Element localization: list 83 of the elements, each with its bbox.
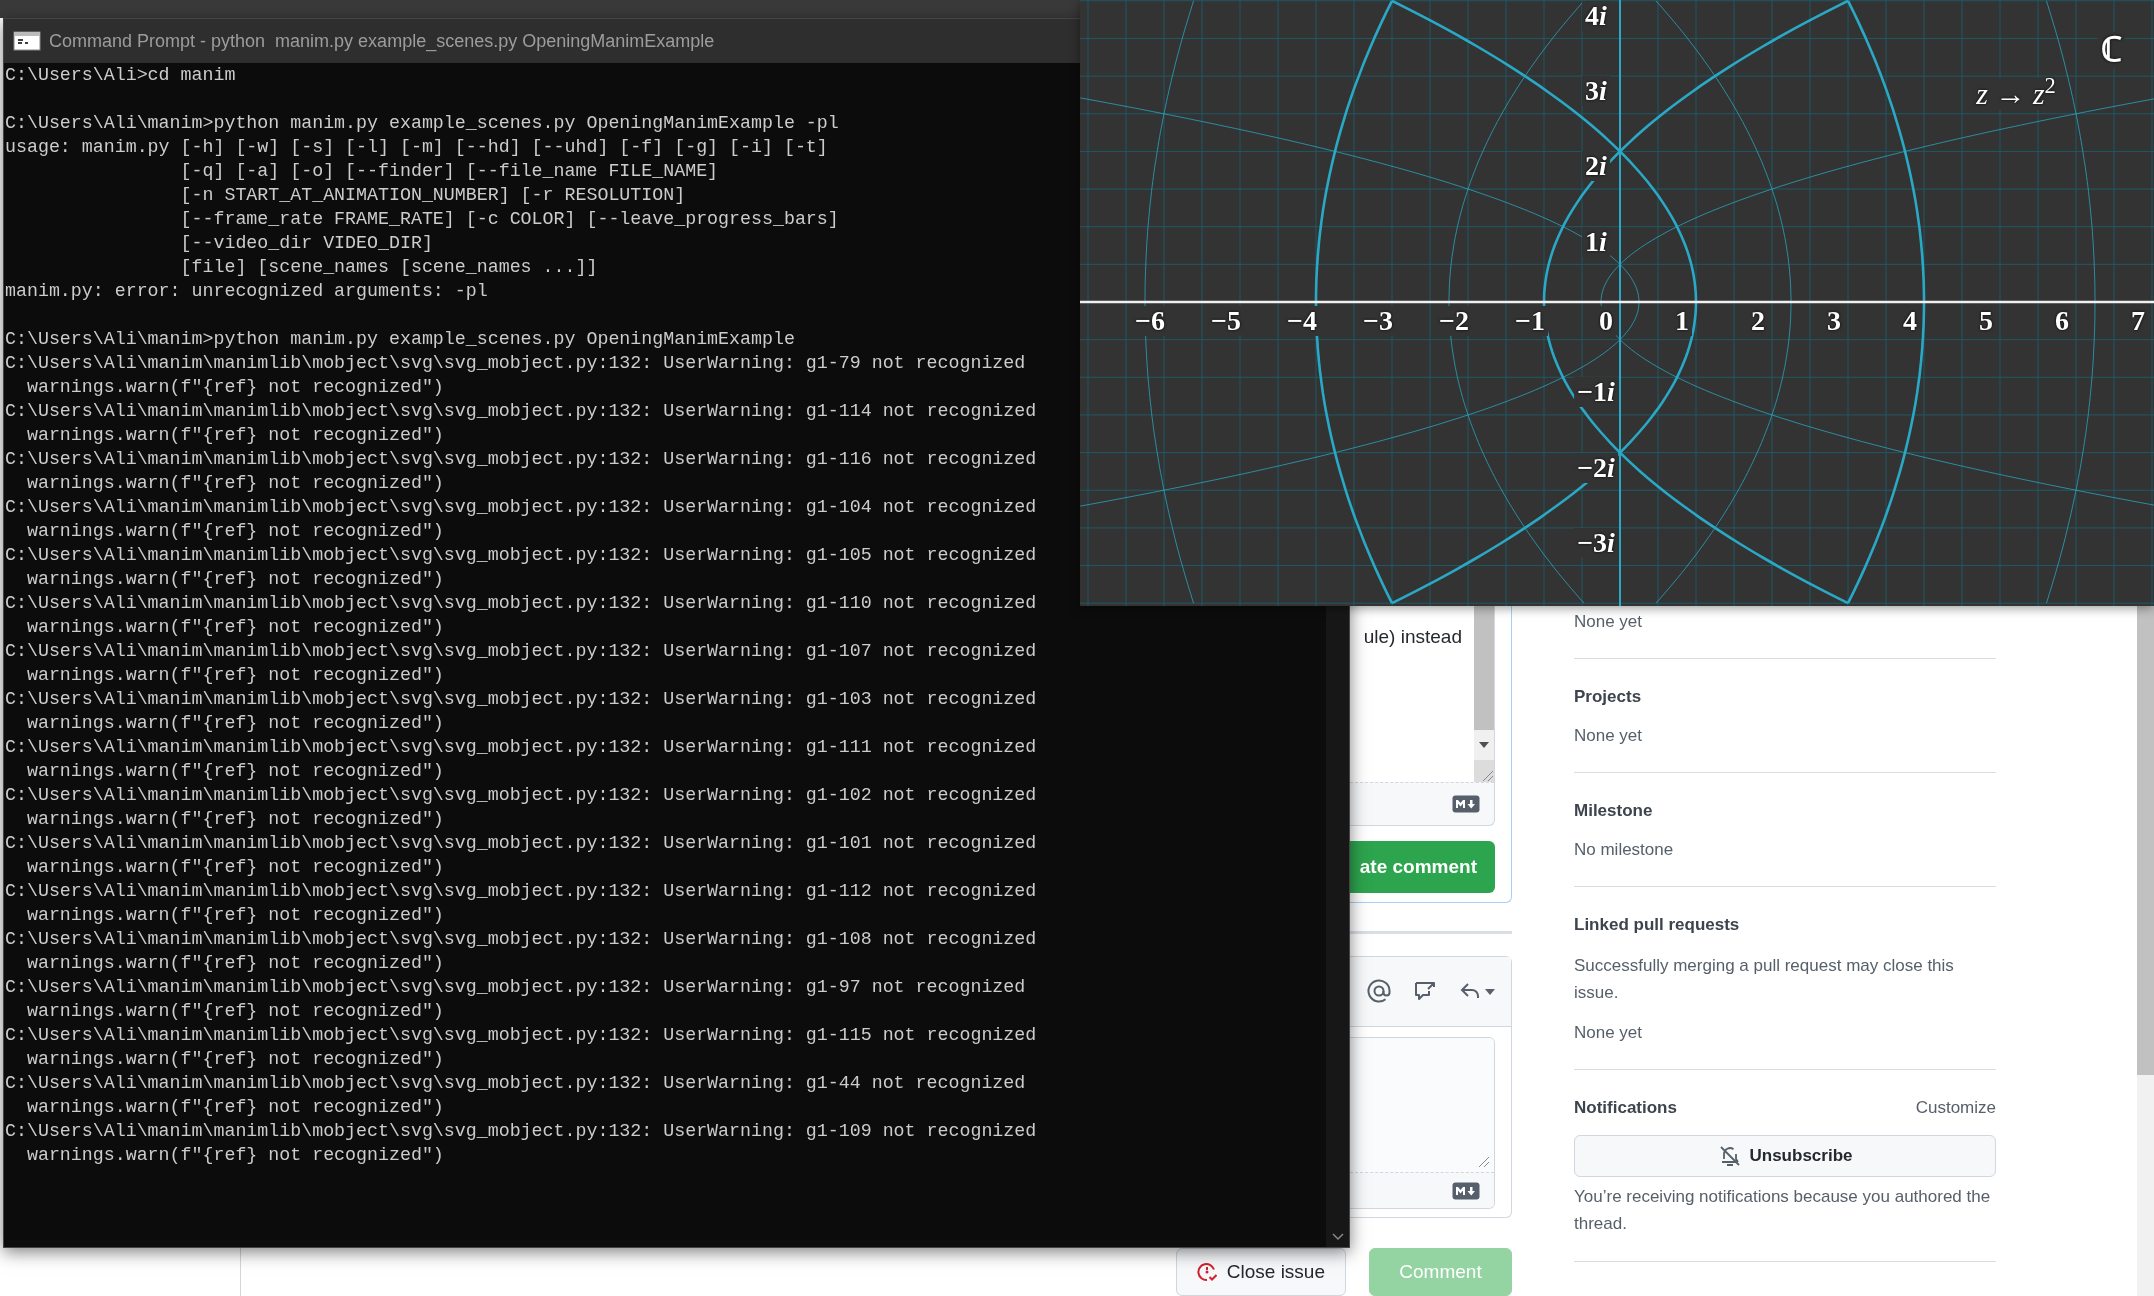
notification-note: You’re receiving notifications because you authored the thread. [1574,1186,1992,1235]
window-title: Command Prompt - python manim.py example_scenes.py OpeningManimExample [49,29,715,54]
comment-text: ule) instead [1362,625,1463,649]
set-symbol: ℂ [2097,32,2125,68]
axis-label: 4i [1582,0,1610,31]
terminal-line: C:\Users\Ali\manim>python manim.py example_scenes.py OpeningManimExample [5,328,796,351]
issue-closed-icon [1196,1262,1217,1282]
terminal-line: warnings.warn(f"{ref} not recognized") [25,1000,445,1023]
terminal-line: C:\Users\Ali\manim\manimlib\mobject\svg\svg_mobject.py:132: UserWarning: g1-110 not recognized [5,592,1038,615]
section-heading: Linked pull requests [1574,914,1740,936]
terminal-line: C:\Users\Ali\manim\manimlib\mobject\svg\svg_mobject.py:132: UserWarning: g1-107 not recognized [5,640,1038,663]
terminal-line: warnings.warn(f"{ref} not recognized") [25,808,445,831]
axis-label: 3i [1582,76,1610,107]
terminal-line: [-n START_AT_ANIMATION_NUMBER] [-r RESOLUTION] [179,184,687,207]
terminal-line: warnings.warn(f"{ref} not recognized") [25,1096,445,1119]
textarea-scrollbar[interactable] [1474,606,1494,782]
page-scrollbar[interactable] [2137,606,2154,1296]
comment-textarea[interactable] [1350,1036,1495,1209]
terminal-line: [file] [scene_names [scene_names ...]] [179,256,599,279]
section-value: None yet [1574,611,1644,633]
terminal-line: warnings.warn(f"{ref} not recognized") [25,664,445,687]
terminal-line: manim.py: error: unrecognized arguments: -pl [5,280,489,303]
terminal-line: warnings.warn(f"{ref} not recognized") [25,472,445,495]
resize-grip-icon[interactable] [1476,1154,1490,1168]
terminal-line: warnings.warn(f"{ref} not recognized") [25,616,445,639]
terminal-line: warnings.warn(f"{ref} not recognized") [25,760,445,783]
section-heading: Projects [1574,686,1642,708]
terminal-line: usage: manim.py [-h] [-w] [-s] [-l] [-m] [--hd] [--uhd] [-f] [-g] [-i] [-t] [5,136,829,159]
axis-label: 2i [1582,151,1610,182]
chevron-down-icon[interactable] [1330,1232,1345,1241]
terminal-line: C:\Users\Ali\manim\manimlib\mobject\svg\svg_mobject.py:132: UserWarning: g1-112 not recognized [5,880,1038,903]
terminal-line: C:\Users\Ali\manim\manimlib\mobject\svg\svg_mobject.py:132: UserWarning: g1-114 not recognized [5,400,1038,423]
terminal-line: [--video_dir VIDEO_DIR] [179,232,434,255]
section-heading: Milestone [1574,800,1653,822]
terminal-line: C:\Users\Ali\manim\manimlib\mobject\svg\svg_mobject.py:132: UserWarning: g1-97 not recognized [5,976,1027,999]
terminal-line: [-q] [-a] [-o] [--finder] [--file_name FILE_NAME] [179,160,720,183]
terminal-line: warnings.warn(f"{ref} not recognized") [25,904,445,927]
axis-label: −1i [1574,377,1618,408]
section-value: None yet [1574,1022,1644,1044]
section-value: No milestone [1574,839,1675,861]
terminal-line: C:\Users\Ali\manim\manimlib\mobject\svg\svg_mobject.py:132: UserWarning: g1-79 not recognized [5,352,1027,375]
terminal-line: C:\Users\Ali\manim\manimlib\mobject\svg\svg_mobject.py:132: UserWarning: g1-105 not recognized [5,544,1038,567]
terminal-line: C:\Users\Ali\manim\manimlib\mobject\svg\svg_mobject.py:132: UserWarning: g1-108 not recognized [5,928,1038,951]
scrollbar-thumb[interactable] [2137,606,2154,1075]
terminal-line: C:\Users\Ali\manim\manimlib\mobject\svg\svg_mobject.py:132: UserWarning: g1-111 not recognized [5,736,1038,759]
mention-icon[interactable] [1367,979,1391,1004]
bell-slash-icon [1717,1144,1742,1168]
axis-label: 1i [1582,226,1610,257]
section-value: None yet [1574,725,1644,747]
terminal-line: warnings.warn(f"{ref} not recognized") [25,424,445,447]
markdown-icon [1452,1181,1480,1200]
terminal-line: warnings.warn(f"{ref} not recognized") [25,376,445,399]
terminal-line: C:\Users\Ali\manim\manimlib\mobject\svg\svg_mobject.py:132: UserWarning: g1-115 not recognized [5,1024,1038,1047]
customize-link[interactable]: Customize [1915,1096,1996,1120]
terminal-line: C:\Users\Ali\manim\manimlib\mobject\svg\svg_mobject.py:132: UserWarning: g1-104 not recognized [5,496,1038,519]
section-heading: Notifications [1574,1097,1677,1119]
terminal-icon [13,31,41,51]
terminal-line: C:\Users\Ali\manim\manimlib\mobject\svg\svg_mobject.py:132: UserWarning: g1-116 not recognized [5,448,1038,471]
scrollbar-thumb[interactable] [1474,606,1494,730]
terminal-line: C:\Users\Ali\manim\manimlib\mobject\svg\svg_mobject.py:132: UserWarning: g1-103 not recognized [5,688,1038,711]
markdown-icon [1452,795,1480,813]
resize-grip-icon[interactable] [1480,768,1494,782]
close-issue-button[interactable]: Close issue [1175,1248,1346,1296]
terminal-line: C:\Users\Ali>cd manim [5,64,237,87]
terminal-line: warnings.warn(f"{ref} not recognized") [25,1048,445,1071]
section-note: Successfully merging a pull request may close this issue. [1574,955,1955,1004]
terminal-line: C:\Users\Ali\manim\manimlib\mobject\svg\svg_mobject.py:132: UserWarning: g1-101 not recognized [5,832,1038,855]
terminal-line: [--frame_rate FRAME_RATE] [-c COLOR] [--leave_progress_bars] [179,208,840,231]
terminal-line: C:\Users\Ali\manim\manimlib\mobject\svg\svg_mobject.py:132: UserWarning: g1-102 not recognized [5,784,1038,807]
terminal-line: warnings.warn(f"{ref} not recognized") [25,1144,445,1167]
comment-textarea[interactable]: ule) instead [1350,606,1495,826]
terminal-line: C:\Users\Ali\manim\manimlib\mobject\svg\svg_mobject.py:132: UserWarning: g1-44 not recognized [5,1072,1027,1095]
axis-label: −3i [1574,527,1618,558]
unsubscribe-button[interactable]: Unsubscribe [1574,1135,1996,1177]
terminal-line: warnings.warn(f"{ref} not recognized") [25,520,445,543]
axis-label: −2i [1574,452,1618,483]
terminal-line: warnings.warn(f"{ref} not recognized") [25,568,445,591]
terminal-line: C:\Users\Ali\manim>python manim.py example_scenes.py OpeningManimExample -pl [5,112,840,135]
terminal-line: warnings.warn(f"{ref} not recognized") [25,712,445,735]
terminal-line: C:\Users\Ali\manim\manimlib\mobject\svg\svg_mobject.py:132: UserWarning: g1-109 not recognized [5,1120,1038,1143]
terminal-line: warnings.warn(f"{ref} not recognized") [25,952,445,975]
scroll-down-icon[interactable] [1478,741,1490,749]
terminal-line: warnings.warn(f"{ref} not recognized") [25,856,445,879]
